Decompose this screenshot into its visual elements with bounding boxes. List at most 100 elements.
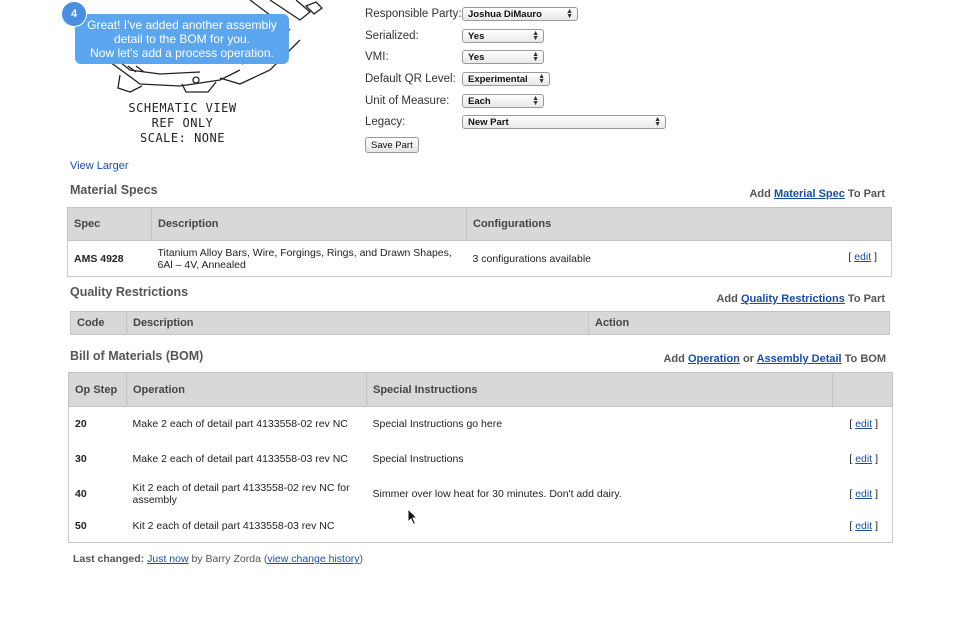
mouse-pointer-icon (407, 508, 419, 526)
table-row: 40 Kit 2 each of detail part 4133558-02 … (69, 477, 893, 511)
uom-label: Unit of Measure: (365, 95, 450, 107)
vmi-value: Yes (468, 51, 485, 63)
col-op-step: Op Step (68, 372, 127, 407)
instructions-cell: Simmer over low heat for 30 minutes. Don… (372, 487, 622, 500)
responsible-party-value: Joshua DiMauro (468, 8, 542, 20)
qr-level-select[interactable]: Experimental ▲ ▼ (462, 72, 550, 86)
configurations-cell: 3 configurations available [ edit ] (467, 241, 892, 277)
just-now-link[interactable]: Just now (147, 553, 188, 565)
instructions-cell: Special Instructions go here (372, 418, 503, 431)
edit-control: [ edit ] (849, 418, 878, 431)
table-header-row: Spec Description Configurations (67, 207, 892, 241)
add-prefix: Add (749, 188, 774, 200)
schematic-caption-line1: SCHEMATIC VIEW (128, 101, 237, 115)
view-larger-link[interactable]: View Larger (70, 160, 129, 172)
operation-cell: Kit 2 each of detail part 4133558-02 rev… (132, 481, 350, 506)
add-suffix: To Part (844, 293, 885, 305)
col-spec: Spec (67, 207, 152, 241)
edit-control: [ edit ] (849, 487, 878, 500)
table-row: 30 Make 2 each of detail part 4133558-03… (69, 442, 893, 477)
select-arrows-icon: ▲ ▼ (532, 95, 539, 107)
description-cell: Titanium Alloy Bars, Wire, Forgings, Rin… (157, 246, 452, 271)
col-code: Code (70, 311, 127, 335)
edit-link[interactable]: edit (854, 251, 871, 263)
responsible-party-label: Responsible Party: (365, 8, 462, 20)
schematic-caption-line3: SCALE: NONE (140, 131, 225, 145)
instructions-cell (367, 511, 833, 543)
serialized-label: Serialized: (365, 30, 419, 42)
save-part-button[interactable]: Save Part (365, 137, 419, 153)
add-to-bom: Add Operation or Assembly Detail To BOM (663, 353, 886, 365)
table-row: 20 Make 2 each of detail part 4133558-02… (69, 407, 893, 442)
table-header-row: Code Description Action (70, 311, 890, 335)
op-step-cell: 20 (75, 418, 87, 431)
vmi-row: VMI: Yes ▲ ▼ (365, 49, 544, 65)
qr-level-value: Experimental (468, 73, 528, 85)
op-step-cell: 30 (75, 453, 87, 465)
add-prefix: Add (716, 293, 741, 305)
schematic-caption-line2: REF ONLY (151, 116, 214, 130)
legacy-select[interactable]: New Part ▲ ▼ (462, 115, 666, 129)
add-suffix: To BOM (841, 353, 886, 365)
col-action: Action (588, 311, 890, 335)
quality-restrictions-table: Code Description Action (70, 311, 890, 335)
serialized-select[interactable]: Yes ▲ ▼ (462, 29, 544, 43)
add-suffix: To Part (844, 188, 885, 200)
add-operation-link[interactable]: Operation (688, 353, 740, 365)
edit-link[interactable]: edit (855, 520, 872, 532)
edit-control: [ edit ] (848, 251, 877, 263)
tooltip-line1: Great! I've added another assembly (87, 18, 277, 32)
material-specs-title: Material Specs (70, 183, 158, 197)
table-row: AMS 4928 Titanium Alloy Bars, Wire, Forg… (68, 241, 892, 277)
tooltip-line2: detail to the BOM for you. (113, 32, 251, 46)
select-arrows-icon: ▲ ▼ (532, 51, 539, 63)
select-arrows-icon: ▲ ▼ (566, 8, 573, 20)
legacy-label: Legacy: (365, 116, 406, 128)
serialized-value: Yes (468, 30, 485, 42)
vmi-select[interactable]: Yes ▲ ▼ (462, 50, 544, 64)
select-arrows-icon: ▲ ▼ (532, 30, 539, 42)
last-changed-line: Last changed: Just now by Barry Zorda (v… (73, 553, 363, 565)
col-operation: Operation (126, 372, 367, 407)
col-configurations: Configurations (466, 207, 892, 241)
col-actions (832, 372, 893, 407)
operation-cell: Make 2 each of detail part 4133558-03 re… (132, 453, 348, 465)
responsible-party-select[interactable]: Joshua DiMauro ▲ ▼ (462, 7, 578, 21)
add-quality-restrictions: Add Quality Restrictions To Part (716, 293, 885, 305)
add-prefix: Add (663, 353, 688, 365)
qr-level-label: Default QR Level: (365, 73, 456, 85)
col-description: Description (151, 207, 467, 241)
serialized-row: Serialized: Yes ▲ ▼ (365, 28, 544, 44)
edit-link[interactable]: edit (855, 453, 872, 465)
spec-cell: AMS 4928 (74, 252, 124, 265)
edit-link[interactable]: edit (855, 488, 872, 500)
legacy-value: New Part (468, 116, 509, 128)
add-assembly-detail-link[interactable]: Assembly Detail (757, 353, 842, 365)
edit-link[interactable]: edit (855, 418, 872, 430)
changed-by-text: by Barry Zorda ( (188, 553, 268, 565)
tooltip-line3: Now let's add a process operation. (90, 46, 274, 60)
view-change-history-link[interactable]: view change history (267, 553, 359, 565)
add-quality-restrictions-link[interactable]: Quality Restrictions (741, 293, 845, 305)
op-step-cell: 50 (75, 520, 87, 533)
add-mid: or (739, 353, 757, 365)
add-material-spec-link[interactable]: Material Spec (774, 188, 845, 200)
uom-value: Each (468, 95, 491, 107)
uom-row: Unit of Measure: Each ▲ ▼ (365, 93, 544, 109)
walkthrough-tooltip: Great! I've added another assembly detai… (75, 14, 289, 64)
responsible-party-row: Responsible Party: Joshua DiMauro ▲ ▼ (365, 6, 578, 22)
operation-cell: Make 2 each of detail part 4133558-02 re… (132, 418, 348, 431)
bom-title: Bill of Materials (BOM) (70, 349, 204, 363)
select-arrows-icon: ▲ ▼ (538, 73, 545, 85)
legacy-row: Legacy: New Part ▲ ▼ (365, 114, 666, 130)
uom-select[interactable]: Each ▲ ▼ (462, 94, 544, 108)
table-header-row: Op Step Operation Special Instructions (68, 372, 893, 407)
tooltip-step-badge: 4 (61, 1, 87, 27)
qr-level-row: Default QR Level: Experimental ▲ ▼ (365, 71, 550, 87)
last-changed-label: Last changed: (73, 553, 148, 565)
edit-control: [ edit ] (849, 453, 878, 465)
edit-control: [ edit ] (849, 520, 878, 533)
operation-cell: Kit 2 each of detail part 4133558-03 rev… (132, 520, 335, 533)
material-specs-table: Spec Description Configurations AMS 4928… (67, 207, 892, 277)
col-special-instructions: Special Instructions (366, 372, 833, 407)
